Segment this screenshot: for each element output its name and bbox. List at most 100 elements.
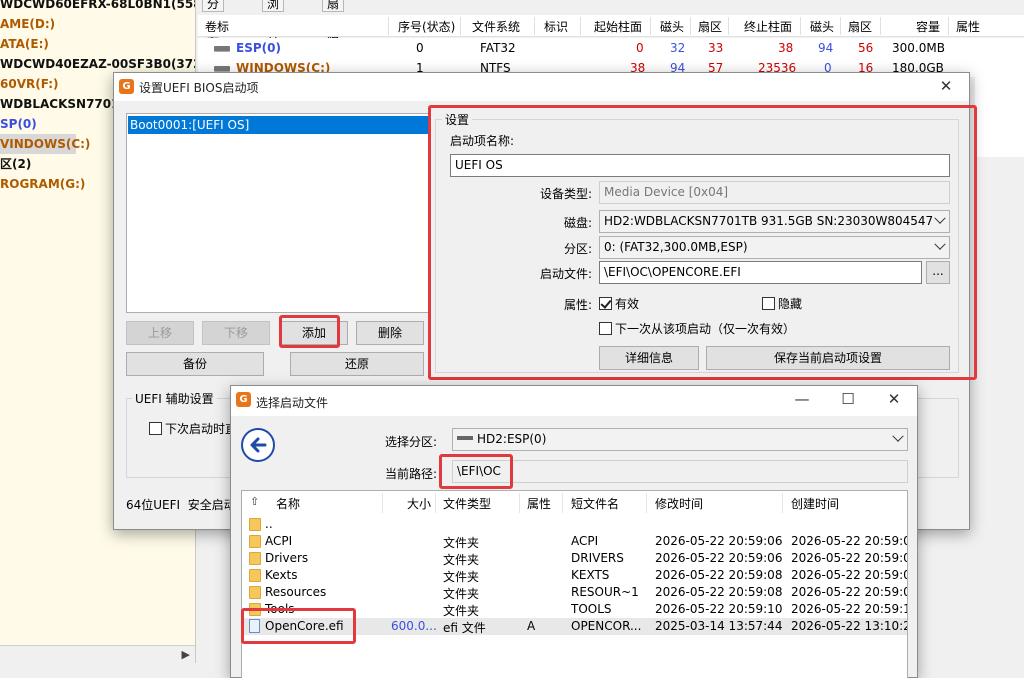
minimize-icon[interactable]: — (779, 386, 825, 414)
app-logo-icon: G (119, 79, 134, 94)
file-name: OpenCore.efi (265, 619, 344, 633)
restore-button[interactable]: 还原 (290, 352, 424, 376)
file-row[interactable]: ACPI 文件夹 ACPI 2026-05-22 20:59:06 2026-0… (242, 533, 907, 550)
chevron-down-icon (934, 212, 946, 224)
partition-size: 300.0MB (892, 41, 945, 55)
col-type[interactable]: 文件类型 (443, 495, 491, 512)
tree-item-partition[interactable]: ATA(E:) (0, 34, 49, 54)
tree-item-partition[interactable]: 区(2) (0, 154, 31, 174)
valid-checkbox[interactable]: 有效 (599, 295, 639, 312)
up-folder-icon[interactable]: ⇧ (250, 495, 259, 508)
details-button[interactable]: 详细信息 (599, 346, 699, 370)
hidden-checkbox[interactable]: 隐藏 (762, 295, 802, 312)
maximize-icon[interactable]: ☐ (825, 386, 871, 414)
file-mtime: 2026-05-22 20:59:06 (655, 551, 783, 565)
file-partition-value: HD2:ESP(0) (477, 432, 547, 446)
move-down-button[interactable]: 下移 (202, 321, 270, 345)
dialog-titlebar[interactable]: G 设置UEFI BIOS启动项 ✕ (114, 73, 969, 101)
file-short-name: KEXTS (571, 568, 610, 582)
dialog-titlebar[interactable]: G 选择启动文件 — ☐ ✕ (231, 386, 917, 416)
scroll-right-arrow-icon[interactable]: ▶ (182, 648, 190, 661)
boot-entry-list[interactable]: Boot0001:[UEFI OS] (126, 113, 431, 313)
footer-status: 64位UEFI 安全启动 (126, 498, 236, 512)
close-icon[interactable]: ✕ (923, 73, 969, 101)
left-horizontal-scrollbar[interactable]: ▶ (0, 645, 195, 663)
aux-next-boot-label: 下次启动时直 (165, 422, 238, 436)
partition-select[interactable]: 0: (FAT32,300.0MB,ESP) (599, 236, 950, 259)
boot-file-input[interactable]: \EFI\OC\OPENCORE.EFI (599, 261, 922, 284)
next-boot-checkbox[interactable]: 下一次从该项启动（仅一次有效） (599, 320, 795, 337)
file-short-name: DRIVERS (571, 551, 624, 565)
back-arrow-icon[interactable] (241, 428, 275, 462)
file-short-name: OPENCOR... (571, 619, 642, 633)
disk-select[interactable]: HD2:WDBLACKSN7701TB 931.5GB SN:23030W804… (599, 210, 950, 233)
col-size[interactable]: 容量 (916, 18, 940, 35)
file-row[interactable]: Resources 文件夹 RESOUR~1 2026-05-22 20:59:… (242, 584, 907, 601)
tree-item-partition-selected[interactable]: VINDOWS(C:) (0, 134, 90, 154)
add-button[interactable]: 添加 (280, 321, 348, 345)
file-type: 文件夹 (443, 570, 480, 584)
col-attr[interactable]: 属性 (527, 495, 551, 512)
file-list[interactable]: ⇧ 名称 大小 文件类型 属性 短文件名 修改时间 创建时间 .. ACPI 文… (241, 490, 908, 678)
partition-start-head: 32 (670, 41, 686, 55)
col-attr[interactable]: 属性 (956, 18, 980, 35)
save-boot-entry-button[interactable]: 保存当前启动项设置 (706, 346, 950, 370)
file-type: 文件夹 (443, 587, 480, 601)
col-start-head[interactable]: 磁头 (660, 18, 684, 35)
col-end-sec[interactable]: 扇区 (848, 18, 872, 35)
col-short-name[interactable]: 短文件名 (571, 495, 619, 512)
folder-icon (249, 535, 261, 548)
checkbox-checked-icon (599, 297, 612, 310)
tree-item-disk[interactable]: WDCWD60EFRX-68L0BN1(55890 (0, 0, 195, 14)
tree-item-disk[interactable]: WDCWD40EZAZ-00SF3B0(37260 (0, 54, 195, 74)
col-id[interactable]: 标识 (544, 18, 568, 35)
move-up-button[interactable]: 上移 (126, 321, 194, 345)
file-mtime: 2026-05-22 20:59:08 (655, 585, 783, 599)
tab-browse-files[interactable]: 浏览文件 (262, 0, 285, 65)
file-mtime: 2025-03-14 13:57:44 (655, 619, 783, 633)
file-type: efi 文件 (443, 621, 486, 635)
browse-button[interactable]: ... (926, 261, 950, 284)
col-size[interactable]: 大小 (407, 495, 431, 512)
col-modified[interactable]: 修改时间 (655, 495, 703, 512)
boot-entry-item[interactable]: Boot0001:[UEFI OS] (128, 116, 430, 134)
file-row-selected[interactable]: OpenCore.efi 600.0... efi 文件 A OPENCOR..… (242, 618, 907, 635)
attributes-label: 属性: (563, 298, 592, 312)
col-end-cyl[interactable]: 终止柱面 (744, 18, 792, 35)
partition-row[interactable]: ESP(0) 0 FAT32 0 32 33 38 94 56 300.0MB (198, 38, 1024, 58)
close-icon[interactable]: ✕ (871, 386, 917, 414)
tree-item-partition[interactable]: SP(0) (0, 114, 37, 134)
aux-next-boot-checkbox[interactable]: 下次启动时直 (149, 420, 237, 437)
col-end-head[interactable]: 磁头 (810, 18, 834, 35)
file-row[interactable]: Drivers 文件夹 DRIVERS 2026-05-22 20:59:06 … (242, 550, 907, 567)
col-start-cyl[interactable]: 起始柱面 (594, 18, 642, 35)
tree-item-disk[interactable]: WDBLACKSN7701T (0, 94, 128, 114)
col-created[interactable]: 创建时间 (791, 495, 839, 512)
col-start-sec[interactable]: 扇区 (698, 18, 722, 35)
partition-end-head: 94 (818, 41, 834, 55)
file-name: ACPI (265, 534, 293, 548)
tree-item-partition[interactable]: 60VR(F:) (0, 74, 59, 94)
col-fs[interactable]: 文件系统 (472, 18, 520, 35)
col-name[interactable]: 名称 (276, 495, 300, 512)
valid-label: 有效 (615, 297, 640, 311)
file-partition-select[interactable]: HD2:ESP(0) (452, 428, 908, 451)
file-row[interactable]: Tools 文件夹 TOOLS 2026-05-22 20:59:10 2026… (242, 601, 907, 618)
file-row[interactable]: Kexts 文件夹 KEXTS 2026-05-22 20:59:08 2026… (242, 567, 907, 584)
tab-sector-edit[interactable]: 扇区编辑 (322, 0, 345, 65)
tree-item-partition[interactable]: AME(D:) (0, 14, 55, 34)
col-label[interactable]: 卷标 (205, 18, 229, 35)
delete-button[interactable]: 删除 (356, 321, 424, 345)
folder-icon (249, 569, 261, 582)
partition-seq: 0 (416, 41, 424, 55)
col-seq[interactable]: 序号(状态) (398, 18, 455, 35)
partition-start-cyl: 0 (636, 41, 644, 55)
backup-button[interactable]: 备份 (126, 352, 264, 376)
boot-name-input[interactable]: UEFI OS (450, 154, 950, 177)
current-path-field: \EFI\OC (452, 460, 908, 483)
table-background (975, 77, 1024, 157)
file-size: 600.0... (391, 619, 437, 633)
file-row[interactable]: .. (242, 516, 907, 533)
tab-partition-params[interactable]: 分区参数 (202, 0, 225, 65)
tree-item-partition[interactable]: ROGRAM(G:) (0, 174, 85, 194)
